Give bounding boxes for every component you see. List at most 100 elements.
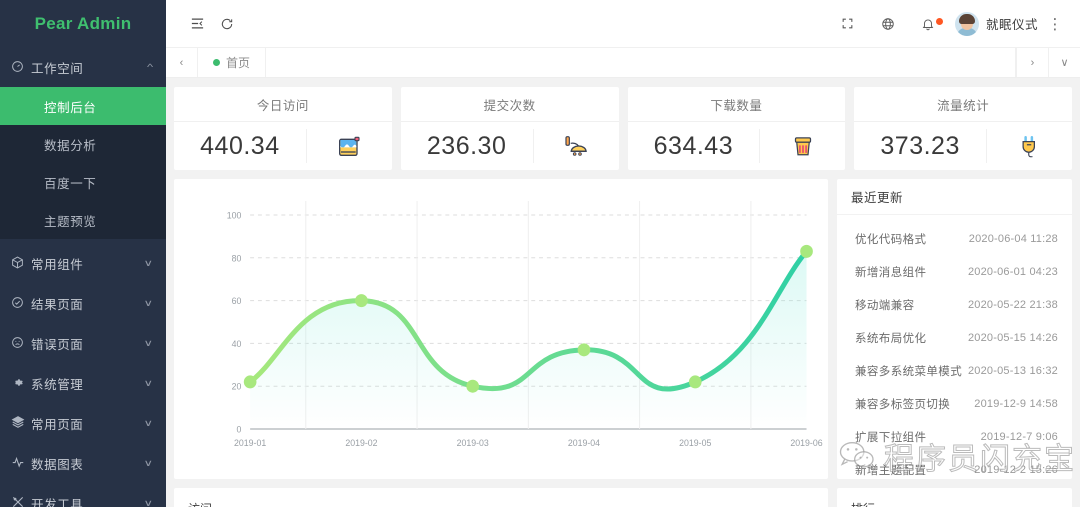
sidebar-group-common-pages[interactable]: 常用页面 ∨	[0, 403, 166, 443]
more-vertical-icon[interactable]: ⋮	[1044, 15, 1066, 33]
sidebar-group-error-pages[interactable]: 错误页面 ∨	[0, 323, 166, 363]
chart-point	[243, 375, 257, 389]
globe-icon[interactable]	[869, 9, 907, 39]
svg-text:0: 0	[236, 424, 241, 434]
update-row[interactable]: 扩展下拉组件 2019-12-7 9:06	[837, 420, 1072, 453]
update-date: 2020-05-15 14:26	[967, 331, 1058, 344]
sidebar-group-result-pages[interactable]: 结果页面 ∨	[0, 283, 166, 323]
svg-text:2019-04: 2019-04	[568, 438, 600, 448]
update-date: 2019-12-7 9:06	[980, 430, 1058, 443]
stat-card-submits: 提交次数 236.30	[400, 87, 619, 170]
sidebar-group-dev-tools[interactable]: 开发工具 ∨	[0, 483, 166, 507]
chart-and-updates-row: 0 20 40 60 80 100 2019-01 2019-02 2019-03 2019-0…	[174, 179, 1072, 479]
update-date: 2020-05-22 21:38	[967, 298, 1058, 311]
bottom-cards-row: 访问 排行	[174, 488, 1072, 507]
tab-home[interactable]: 首页	[198, 48, 267, 77]
sidebar-group-label: 常用页面	[31, 417, 84, 432]
visits-line-chart-card: 0 20 40 60 80 100 2019-01 2019-02 2019-03 2019-0…	[174, 179, 828, 479]
stat-body: 373.23	[854, 122, 1072, 170]
bell-icon	[922, 18, 934, 30]
stat-title: 下载数量	[627, 87, 846, 122]
sidebar-group-label: 系统管理	[31, 377, 84, 392]
update-row[interactable]: 系统布局优化 2020-05-15 14:26	[837, 321, 1072, 354]
update-title: 移动端兼容	[855, 299, 915, 312]
sidebar-group-workspace[interactable]: 工作空间 ^	[0, 47, 166, 87]
menu-collapse-icon[interactable]	[182, 9, 212, 39]
sidebar-group-label: 开发工具	[31, 497, 84, 507]
svg-text:2019-03: 2019-03	[457, 438, 489, 448]
sidebar-group-components[interactable]: 常用组件 ∨	[0, 243, 166, 283]
chart-point	[355, 294, 368, 308]
bottom-card-title: 访问	[188, 500, 814, 507]
lamp-icon	[532, 129, 619, 163]
sidebar-group-label: 数据图表	[31, 457, 84, 472]
svg-text:2019-05: 2019-05	[679, 438, 711, 448]
stat-value: 634.43	[653, 131, 734, 160]
stat-value: 373.23	[880, 131, 960, 160]
sidebar-group-label: 错误页面	[31, 337, 84, 352]
recent-updates-card: 最近更新 优化代码格式 2020-06-04 11:28 新增消息组件 2020-06…	[837, 179, 1072, 479]
tab-label: 首页	[226, 56, 251, 70]
notification-bell[interactable]	[909, 9, 947, 39]
sidebar-group-label: 常用组件	[31, 257, 84, 272]
bottom-card-visits: 访问	[174, 488, 828, 507]
update-title: 兼容多标签页切换	[855, 398, 951, 411]
svg-text:80: 80	[232, 253, 242, 263]
line-chart: 0 20 40 60 80 100 2019-01 2019-02 2019-03 2019-0…	[227, 201, 823, 448]
fullscreen-icon[interactable]	[829, 9, 867, 39]
update-row[interactable]: 移动端兼容 2020-05-22 21:38	[837, 288, 1072, 321]
sidebar-item-theme-preview[interactable]: 主题预览	[0, 201, 166, 239]
content-area: 今日访问 440.34 提交次数 236.30 下载数量 634.43 流量统计…	[166, 78, 1080, 507]
cube-icon	[11, 256, 31, 271]
sidebar-group-label: 工作空间	[31, 61, 84, 76]
tab-scroll-right-button[interactable]: ›	[1016, 48, 1048, 77]
sidebar-item-baidu[interactable]: 百度一下	[0, 163, 166, 201]
sidebar-submenu-workspace: 控制后台 数据分析 百度一下 主题预览	[0, 87, 166, 239]
chart-point	[688, 375, 702, 389]
chevron-down-icon: ∨	[143, 497, 154, 507]
update-row[interactable]: 兼容多系统菜单模式 2020-05-13 16:32	[837, 354, 1072, 387]
update-title: 优化代码格式	[855, 233, 927, 246]
update-date: 2019-12-2 15:26	[974, 463, 1058, 476]
topbar-actions: 就眠仪式 ⋮	[829, 9, 1066, 39]
tab-scroll-left-button[interactable]: ‹	[166, 48, 198, 77]
svg-text:60: 60	[232, 296, 242, 306]
user-name: 就眠仪式	[985, 18, 1038, 32]
gear-icon	[11, 376, 31, 391]
chevron-down-icon: ∨	[143, 337, 154, 348]
sidebar-item-data-analysis[interactable]: 数据分析	[0, 125, 166, 163]
bottom-card-title: 排行	[851, 500, 1058, 507]
tabbar-filler	[266, 48, 1016, 77]
check-shield-icon	[11, 296, 31, 311]
update-date: 2019-12-9 14:58	[974, 397, 1058, 410]
update-row[interactable]: 新增消息组件 2020-06-01 04:23	[837, 255, 1072, 288]
user-menu[interactable]: 就眠仪式	[949, 11, 1042, 36]
sidebar-group-charts[interactable]: 数据图表 ∨	[0, 443, 166, 483]
sidebar: Pear Admin 工作空间 ^ 控制后台 数据分析 百度一下 主题预览 常用	[0, 0, 166, 507]
avatar	[954, 11, 979, 36]
main-area: 就眠仪式 ⋮ ‹ 首页 › ∨ 今日访问 440.34 提交次数 236.30 …	[166, 0, 1080, 507]
brand-logo[interactable]: Pear Admin	[0, 0, 166, 47]
sidebar-item-control-panel[interactable]: 控制后台	[0, 87, 166, 125]
sidebar-group-system[interactable]: 系统管理 ∨	[0, 363, 166, 403]
stat-card-visits: 今日访问 440.34	[174, 87, 392, 170]
notification-dot	[935, 17, 943, 25]
chart-point	[577, 343, 591, 357]
chevron-down-icon: ∨	[143, 257, 154, 268]
chevron-down-icon: ∨	[143, 377, 154, 388]
tab-dropdown-button[interactable]: ∨	[1048, 48, 1080, 77]
update-row[interactable]: 兼容多标签页切换 2019-12-9 14:58	[837, 387, 1072, 420]
tabbar: ‹ 首页 › ∨	[166, 47, 1080, 78]
chevron-up-icon: ^	[146, 62, 153, 72]
svg-text:2019-01: 2019-01	[234, 438, 266, 448]
update-row[interactable]: 优化代码格式 2020-06-04 11:28	[837, 222, 1072, 255]
update-row[interactable]: 新增主题配置 2019-12-2 15:26	[837, 453, 1072, 479]
refresh-icon[interactable]	[212, 9, 242, 39]
svg-text:40: 40	[232, 339, 242, 349]
update-title: 兼容多系统菜单模式	[855, 365, 963, 378]
stat-title: 提交次数	[400, 87, 619, 122]
update-title: 系统布局优化	[855, 332, 927, 345]
update-title: 新增主题配置	[855, 464, 927, 477]
stat-body: 236.30	[401, 122, 619, 170]
update-date: 2020-05-13 16:32	[967, 364, 1058, 377]
